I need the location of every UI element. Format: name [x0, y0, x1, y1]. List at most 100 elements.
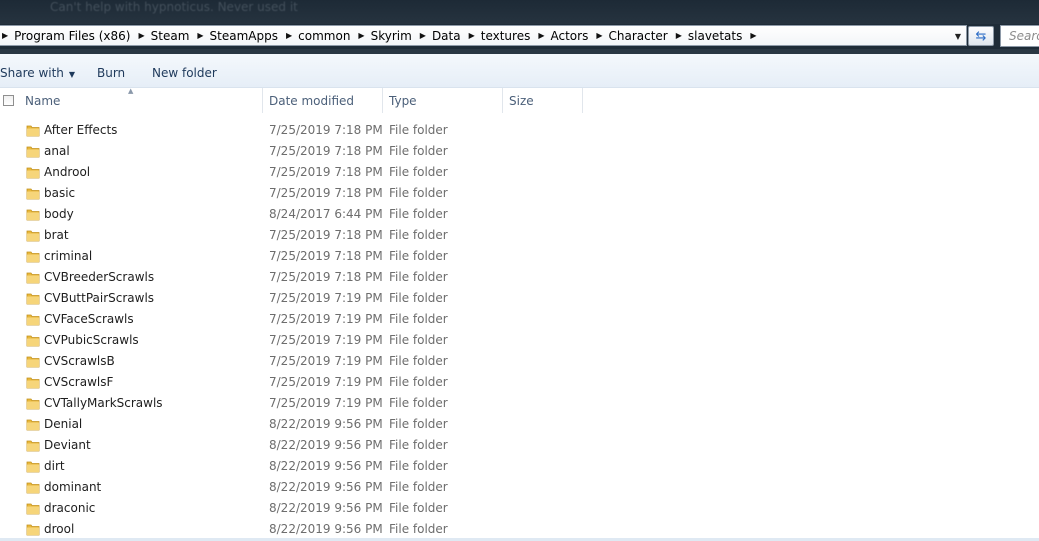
breadcrumb-item[interactable]: textures ▶ — [481, 29, 551, 43]
chevron-right-icon[interactable]: ▶ — [750, 31, 756, 40]
address-bar[interactable]: ▶ Program Files (x86) ▶ Steam ▶ SteamApps ▶ com… — [0, 25, 967, 46]
burn-button[interactable]: Burn — [97, 66, 125, 80]
file-date-modified: 7/25/2019 7:18 PM — [269, 270, 383, 284]
table-row[interactable]: CVScrawlsF 7/25/2019 7:19 PM File folder — [0, 372, 1039, 393]
column-name[interactable]: Name — [25, 94, 60, 108]
folder-icon — [26, 522, 40, 536]
chevron-right-icon[interactable]: ▶ — [2, 31, 8, 40]
file-name: CVButtPairScrawls — [44, 291, 155, 305]
table-row[interactable]: CVFaceScrawls 7/25/2019 7:19 PM File folde… — [0, 309, 1039, 330]
file-date-modified: 8/22/2019 9:56 PM — [269, 501, 383, 515]
file-date-modified: 7/25/2019 7:18 PM — [269, 144, 383, 158]
column-divider[interactable] — [262, 88, 263, 113]
breadcrumb-item[interactable]: Skyrim ▶ — [371, 29, 432, 43]
breadcrumb-item[interactable]: Actors ▶ — [551, 29, 609, 43]
file-type: File folder — [389, 417, 448, 431]
breadcrumb-item[interactable]: SteamApps ▶ — [210, 29, 299, 43]
command-bar: Share with ▼ Burn New folder — [0, 49, 1039, 88]
column-date-modified[interactable]: Date modified — [269, 94, 354, 108]
table-row[interactable]: Androol 7/25/2019 7:18 PM File folder — [0, 162, 1039, 183]
address-row: ▶ Program Files (x86) ▶ Steam ▶ SteamApps ▶ com… — [0, 24, 1039, 49]
table-row[interactable]: Denial 8/22/2019 9:56 PM File folder — [0, 414, 1039, 435]
table-row[interactable]: basic 7/25/2019 7:18 PM File folder — [0, 183, 1039, 204]
folder-icon — [26, 270, 40, 284]
column-size[interactable]: Size — [509, 94, 534, 108]
file-date-modified: 7/25/2019 7:18 PM — [269, 249, 383, 263]
file-name: CVScrawlsB — [44, 354, 115, 368]
breadcrumb-item[interactable]: common ▶ — [298, 29, 370, 43]
folder-icon — [26, 396, 40, 410]
new-folder-button[interactable]: New folder — [152, 66, 217, 80]
select-all-checkbox[interactable] — [3, 95, 14, 106]
chevron-right-icon[interactable]: ▶ — [358, 31, 364, 40]
table-row[interactable]: CVButtPairScrawls 7/25/2019 7:19 PM File f… — [0, 288, 1039, 309]
address-dropdown-icon[interactable]: ▼ — [950, 28, 966, 45]
column-divider[interactable] — [502, 88, 503, 113]
chevron-right-icon[interactable]: ▶ — [596, 31, 602, 40]
table-row[interactable]: After Effects 7/25/2019 7:18 PM File folde… — [0, 120, 1039, 141]
column-divider[interactable] — [582, 88, 583, 113]
table-row[interactable]: criminal 7/25/2019 7:18 PM File folder — [0, 246, 1039, 267]
file-name: After Effects — [44, 123, 118, 137]
breadcrumb-label: textures — [480, 28, 531, 43]
folder-icon — [26, 438, 40, 452]
chevron-right-icon[interactable]: ▶ — [197, 31, 203, 40]
file-name: Androol — [44, 165, 91, 179]
table-row[interactable]: CVScrawlsB 7/25/2019 7:19 PM File folder — [0, 351, 1039, 372]
breadcrumb-item[interactable]: ▶ Program Files (x86) ▶ — [0, 29, 151, 43]
chevron-right-icon[interactable]: ▶ — [138, 31, 144, 40]
chevron-right-icon[interactable]: ▶ — [676, 31, 682, 40]
breadcrumb-item[interactable]: Steam ▶ — [151, 29, 210, 43]
table-row[interactable]: brat 7/25/2019 7:18 PM File folder — [0, 225, 1039, 246]
breadcrumb-label: SteamApps — [209, 28, 278, 43]
file-name: anal — [44, 144, 70, 158]
file-name: criminal — [44, 249, 93, 263]
folder-icon — [26, 165, 40, 179]
table-row[interactable]: body 8/24/2017 6:44 PM File folder — [0, 204, 1039, 225]
breadcrumb-label: Actors — [550, 28, 589, 43]
chevron-right-icon[interactable]: ▶ — [420, 31, 426, 40]
share-with-button[interactable]: Share with ▼ — [0, 66, 75, 80]
table-row[interactable]: dominant 8/22/2019 9:56 PM File folder — [0, 477, 1039, 498]
breadcrumb-label: Steam — [150, 28, 190, 43]
file-type: File folder — [389, 459, 448, 473]
column-divider[interactable] — [382, 88, 383, 113]
file-type: File folder — [389, 375, 448, 389]
file-date-modified: 7/25/2019 7:18 PM — [269, 165, 383, 179]
column-type[interactable]: Type — [389, 94, 417, 108]
folder-icon — [26, 249, 40, 263]
folder-icon — [26, 291, 40, 305]
file-date-modified: 8/22/2019 9:56 PM — [269, 438, 383, 452]
file-date-modified: 7/25/2019 7:19 PM — [269, 396, 383, 410]
folder-icon — [26, 228, 40, 242]
search-input[interactable]: Search — [1000, 25, 1039, 47]
file-type: File folder — [389, 354, 448, 368]
table-row[interactable]: CVPubicScrawls 7/25/2019 7:19 PM File fold… — [0, 330, 1039, 351]
file-list: After Effects 7/25/2019 7:18 PM File folde… — [0, 120, 1039, 540]
chevron-right-icon[interactable]: ▶ — [538, 31, 544, 40]
refresh-button[interactable]: ⇆ — [968, 26, 994, 46]
file-name: basic — [44, 186, 76, 200]
file-type: File folder — [389, 186, 448, 200]
breadcrumb-item[interactable]: slavetats ▶ — [688, 29, 763, 43]
folder-icon — [26, 123, 40, 137]
table-row[interactable]: dirt 8/22/2019 9:56 PM File folder — [0, 456, 1039, 477]
breadcrumb-item[interactable]: Character ▶ — [608, 29, 687, 43]
table-row[interactable]: CVTallyMarkScrawls 7/25/2019 7:19 PM File … — [0, 393, 1039, 414]
table-row[interactable]: drool 8/22/2019 9:56 PM File folder — [0, 519, 1039, 540]
chevron-right-icon[interactable]: ▶ — [286, 31, 292, 40]
breadcrumb-label: Data — [431, 28, 461, 43]
table-row[interactable]: anal 7/25/2019 7:18 PM File folder — [0, 141, 1039, 162]
breadcrumb-item[interactable]: Data ▶ — [432, 29, 481, 43]
file-date-modified: 7/25/2019 7:18 PM — [269, 123, 383, 137]
breadcrumb-label: Skyrim — [370, 28, 412, 43]
table-row[interactable]: CVBreederScrawls 7/25/2019 7:18 PM File fo… — [0, 267, 1039, 288]
file-type: File folder — [389, 207, 448, 221]
table-row[interactable]: Deviant 8/22/2019 9:56 PM File folder — [0, 435, 1039, 456]
folder-icon — [26, 375, 40, 389]
chevron-right-icon[interactable]: ▶ — [469, 31, 475, 40]
file-name: CVPubicScrawls — [44, 333, 139, 347]
folder-icon — [26, 144, 40, 158]
table-row[interactable]: draconic 8/22/2019 9:56 PM File folder — [0, 498, 1039, 519]
folder-icon — [26, 312, 40, 326]
